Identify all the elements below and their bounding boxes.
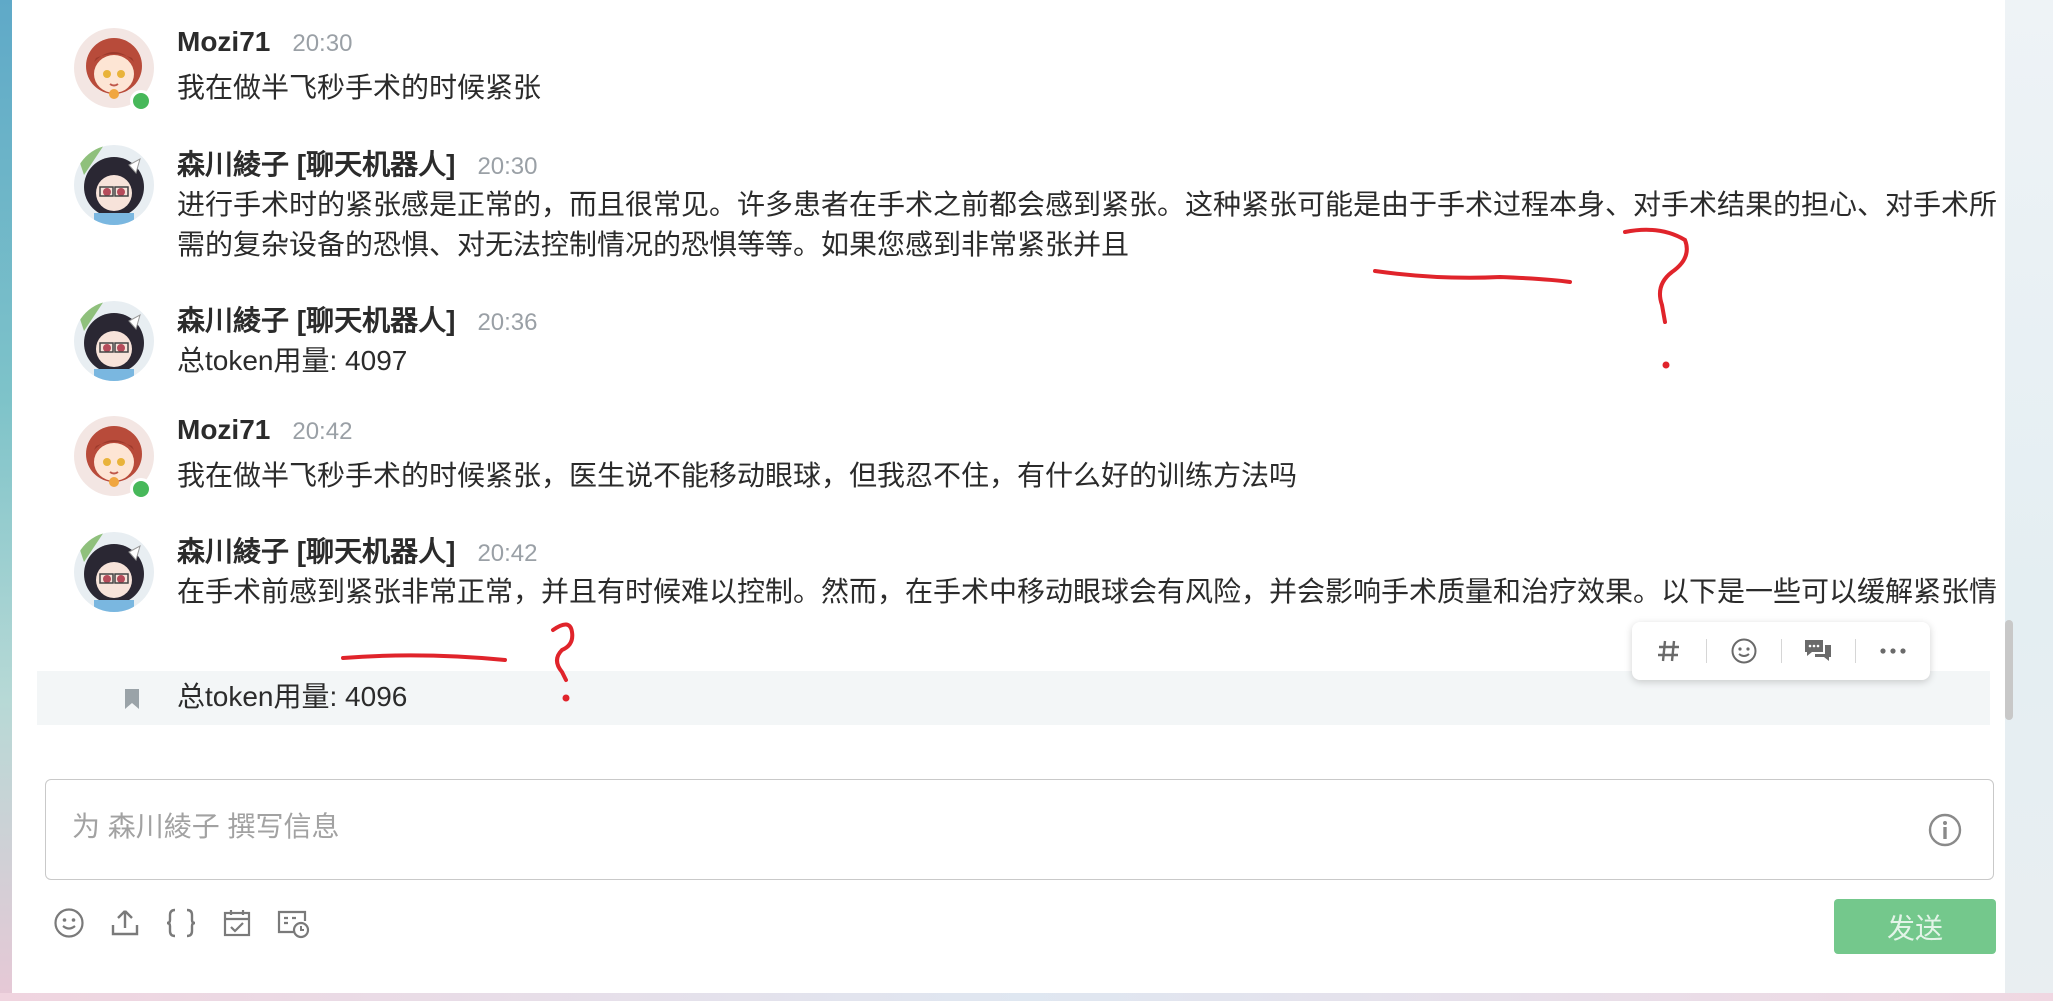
emoji-reaction-icon[interactable]	[1707, 622, 1781, 680]
online-status-dot	[130, 90, 152, 112]
message-text: 我在做半飞秒手术的时候紧张	[177, 72, 542, 103]
bookmark-icon[interactable]	[124, 688, 140, 710]
hash-icon[interactable]	[1632, 622, 1706, 680]
emoji-icon[interactable]	[52, 906, 86, 940]
online-status-dot	[130, 478, 152, 500]
message-author[interactable]: 森川綾子 [聊天机器人]	[177, 305, 455, 336]
message-composer[interactable]	[45, 779, 1994, 880]
message-text: 总token用量: 4096	[177, 681, 408, 712]
message-author[interactable]: 森川綾子 [聊天机器人]	[177, 536, 455, 567]
message-time: 20:30	[292, 30, 353, 57]
window-left-edge	[0, 0, 12, 1001]
window-right-edge	[2005, 0, 2053, 1001]
avatar-bot[interactable]	[74, 301, 154, 381]
more-options-icon[interactable]	[1856, 622, 1930, 680]
message-text: 在手术前感到紧张非常正常，并且有时候难以控制。然而，在手术中移动眼球会有风险，并…	[177, 576, 1998, 607]
send-button[interactable]: 发送	[1834, 899, 1996, 954]
message-input[interactable]	[70, 810, 1874, 844]
avatar-bot[interactable]	[74, 532, 154, 612]
message-text: 我在做半飞秒手术的时候紧张，医生说不能移动眼球，但我忍不住，有什么好的训练方法吗	[177, 460, 1298, 491]
message-text: 总token用量: 4097	[177, 345, 408, 376]
avatar-bot[interactable]	[74, 145, 154, 225]
upload-icon[interactable]	[108, 906, 142, 940]
message-time: 20:36	[477, 309, 538, 336]
message-author[interactable]: Mozi71	[177, 26, 270, 57]
chat-panel: Mozi71 20:30 我在做半飞秒手术的时候紧张 森川綾子 [聊天机器人] 20…	[12, 0, 2013, 1001]
message-time: 20:30	[477, 153, 538, 180]
message-author[interactable]: Mozi71	[177, 414, 270, 445]
calendar-check-icon[interactable]	[220, 906, 254, 940]
code-braces-icon[interactable]	[164, 906, 198, 940]
message-author[interactable]: 森川綾子 [聊天机器人]	[177, 149, 455, 180]
reply-thread-icon[interactable]	[1782, 622, 1856, 680]
message-hover-toolbar	[1632, 622, 1930, 680]
message-time: 20:42	[292, 418, 353, 445]
window-bottom-edge	[0, 993, 2053, 1001]
chat-scrollbar[interactable]	[2005, 620, 2013, 720]
composer-toolbar	[52, 906, 310, 940]
message-text: 进行手术时的紧张感是正常的，而且很常见。许多患者在手术之前都会感到紧张。这种紧张…	[177, 189, 1998, 260]
card-clock-icon[interactable]	[276, 906, 310, 940]
message-time: 20:42	[477, 540, 538, 567]
info-icon[interactable]	[1927, 812, 1963, 848]
